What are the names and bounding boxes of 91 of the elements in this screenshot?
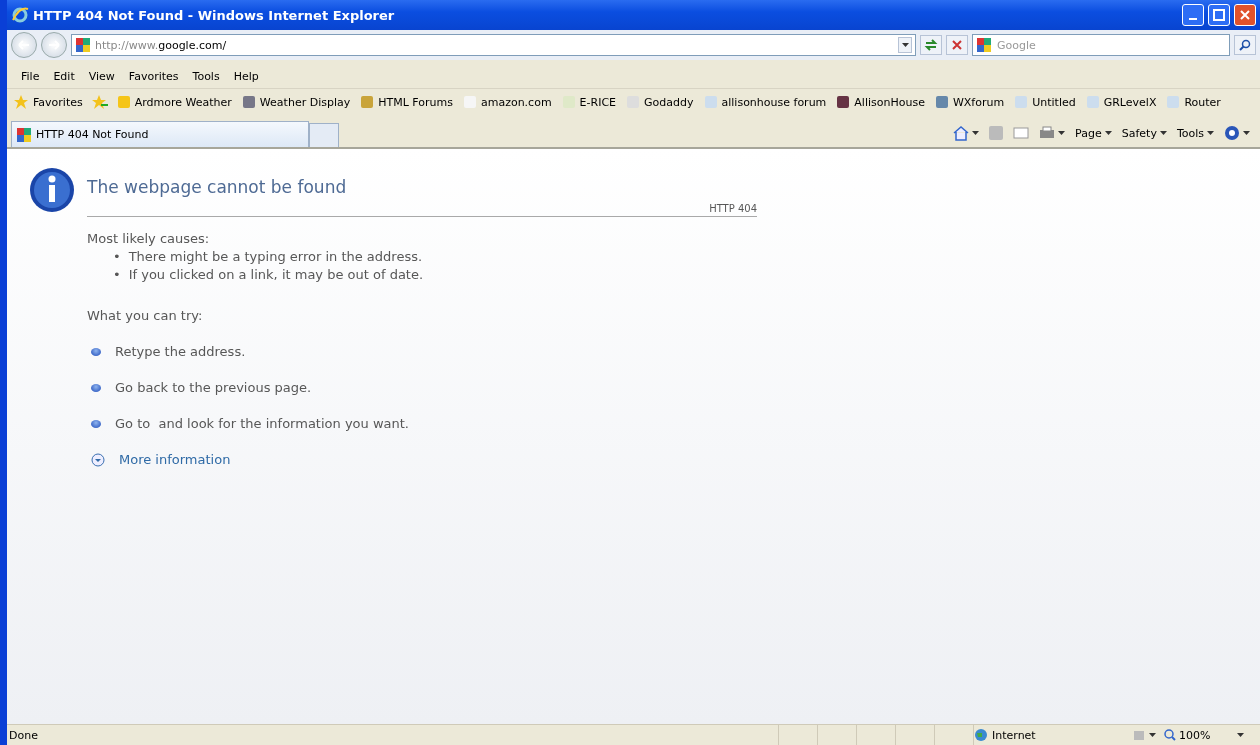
try-heading: What you can try: [87,308,204,323]
site-icon [1085,95,1100,109]
status-text: Done [9,728,39,742]
favorite-link[interactable]: AllisonHouse [834,93,927,111]
browser-logo-icon [11,6,29,24]
home-button[interactable] [953,125,980,141]
site-icon [241,95,256,109]
close-button[interactable] [1234,4,1256,26]
site-icon [836,95,851,109]
site-icon [934,95,949,109]
help-button[interactable] [1224,125,1250,141]
caret-icon [972,131,980,135]
favorite-link[interactable]: Godaddy [624,93,696,111]
right-arrow-icon [48,40,60,50]
globe-icon [974,728,988,742]
protected-mode-button[interactable] [1132,728,1156,742]
favorite-link[interactable]: HTML Forums [358,93,455,111]
site-icon [116,95,131,109]
favorite-link[interactable]: GRLevelX [1083,93,1159,111]
causes-heading: Most likely causes: [87,231,211,246]
info-icon [29,167,75,213]
cause-text: If you clicked on a link, it may be out of date. [128,267,424,282]
zoom-icon [1164,729,1176,741]
stop-button[interactable] [946,35,968,55]
add-favorite-icon[interactable] [90,94,109,110]
command-menu[interactable]: Safety [1121,126,1167,140]
favorite-link[interactable]: Router [1164,93,1223,111]
close-icon [1239,9,1251,21]
site-icon [703,95,718,109]
command-menu[interactable]: Tools [1176,126,1214,140]
menu-item[interactable]: Favorites [122,67,185,85]
search-icon [1239,39,1251,51]
star-icon [13,94,29,110]
minimize-icon [1189,18,1197,20]
bullet-icon [91,383,101,392]
minimize-button[interactable] [1182,4,1204,26]
bullet-mark: • [113,249,121,264]
cause-text: There might be a typing error in the address. [128,249,423,264]
site-icon [16,126,32,143]
window-title: HTTP 404 Not Found - Windows Internet Explorer [33,7,396,23]
site-icon [462,95,477,109]
caret-icon [1149,733,1156,737]
expand-icon[interactable] [91,452,105,467]
favorite-link[interactable]: amazon.com [460,93,554,111]
caret-icon [1058,131,1066,135]
site-icon [1014,95,1029,109]
address-field[interactable]: http://www.google.com/ [71,34,916,56]
search-button[interactable] [1234,35,1256,55]
site-icon [1166,95,1181,109]
zoom-button[interactable]: 100% [1164,728,1244,742]
favorite-link[interactable]: allisonhouse forum [701,93,829,111]
suggestion-text: Retype the address. [115,344,246,359]
site-icon [360,95,375,109]
print-button[interactable] [1039,126,1066,140]
favorite-link[interactable]: Ardmore Weather [114,93,234,111]
refresh-button[interactable] [920,35,942,55]
caret-icon [1207,131,1214,135]
left-arrow-icon [18,40,30,50]
suggestion-text: Go back to the previous page. [115,380,312,395]
favorite-link[interactable]: WXforum [932,93,1007,111]
favorites-button[interactable]: Favorites [11,92,85,112]
security-zone: Internet [992,728,1036,742]
menu-item[interactable]: Help [227,67,265,85]
menu-item[interactable]: Edit [47,67,81,85]
bullet-icon [91,347,101,356]
maximize-icon [1213,9,1225,21]
menu-item[interactable]: View [82,67,121,85]
favorite-link[interactable]: Untitled [1012,93,1078,111]
error-heading: The webpage cannot be found [87,176,348,199]
bullet-icon [91,419,101,428]
caret-icon [1159,131,1167,135]
close-icon [951,39,963,51]
site-icon [75,37,91,53]
caret-icon [1104,131,1112,135]
search-field[interactable]: Google [972,34,1230,56]
browser-tab[interactable]: HTTP 404 Not Found [11,121,309,147]
caret-icon [901,43,909,47]
dropdown-button[interactable] [898,37,912,53]
menu-item[interactable]: Tools [186,67,226,85]
more-information-link[interactable]: More information [119,452,231,467]
search-engine-icon [976,37,992,53]
command-menu[interactable]: Page [1075,126,1112,140]
caret-icon [1243,131,1250,135]
favorite-link[interactable]: Weather Display [239,93,353,111]
error-code: HTTP 404 [87,203,757,217]
favorite-link[interactable]: E-RICE [559,93,619,111]
caret-icon [1237,733,1244,737]
suggestion-text: Go to and look for the information you want. [115,416,409,431]
bullet-mark: • [113,267,121,282]
menu-item[interactable]: File [15,67,46,85]
maximize-button[interactable] [1208,4,1230,26]
